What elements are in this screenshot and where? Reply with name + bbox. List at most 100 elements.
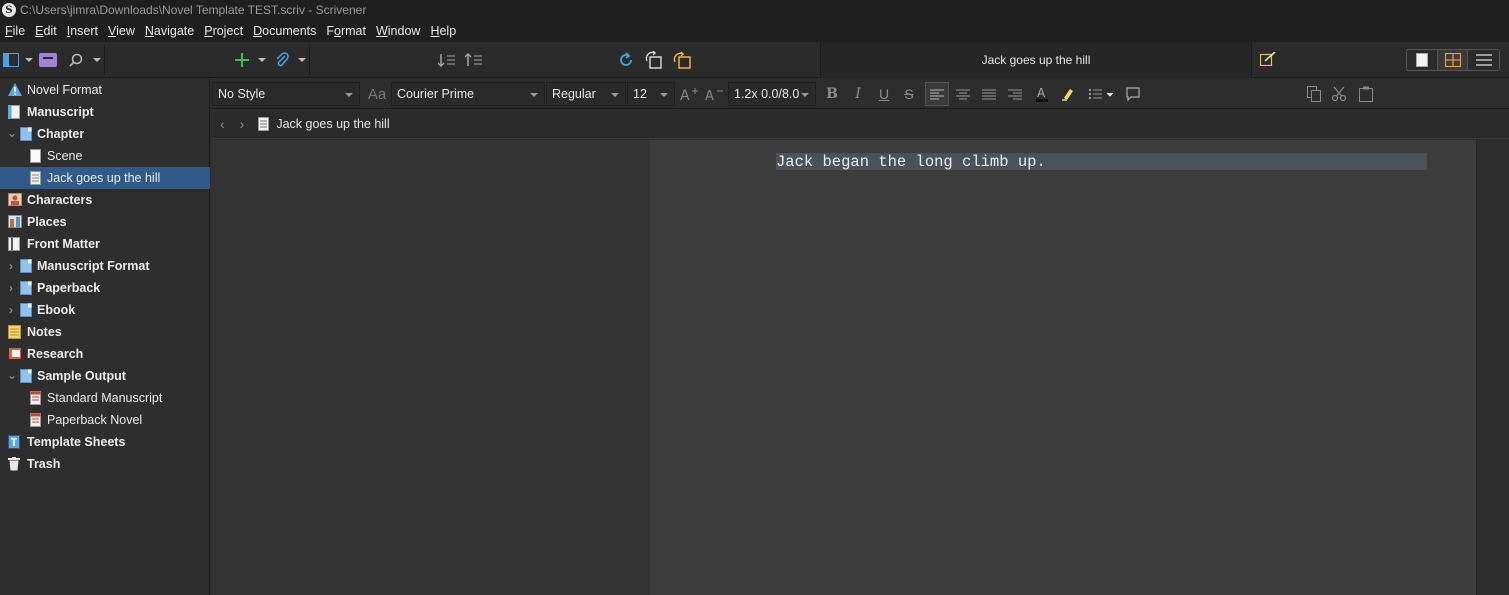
binder-item-scene[interactable]: Scene	[0, 145, 210, 167]
expand-arrow-icon[interactable]: ⌄	[7, 126, 17, 140]
attachment-icon[interactable]	[273, 51, 291, 69]
line-spacing-select[interactable]: 1.2x 0.0/8.0	[728, 82, 816, 106]
binder-item-characters[interactable]: Characters	[0, 189, 210, 211]
align-right-icon[interactable]	[1003, 82, 1027, 106]
add-menu-caret[interactable]	[258, 58, 266, 62]
chevron-down-icon	[801, 93, 809, 97]
binder-item-manuscript-format[interactable]: › Manuscript Format	[0, 255, 210, 277]
binder-item-paperback[interactable]: › Paperback	[0, 277, 210, 299]
binder-item-front-matter[interactable]: Front Matter	[0, 233, 210, 255]
menu-navigate[interactable]: Navigate	[145, 24, 194, 38]
menu-file[interactable]: File	[5, 24, 25, 38]
front-matter-icon	[8, 237, 20, 251]
collapse-arrow-icon[interactable]: ›	[7, 281, 15, 295]
align-center-icon[interactable]	[951, 82, 975, 106]
corkboard-view-button[interactable]	[1437, 50, 1469, 70]
cut-icon[interactable]	[1328, 82, 1350, 106]
italic-icon[interactable]: I	[847, 82, 869, 106]
menu-insert[interactable]: Insert	[67, 24, 98, 38]
scrivenings-view-button[interactable]	[1407, 50, 1438, 70]
header-document-title[interactable]: Jack goes up the hill	[276, 117, 389, 131]
back-arrow-icon[interactable]: ‹	[220, 116, 225, 132]
copy-icon[interactable]	[1303, 82, 1325, 106]
header-document-icon	[258, 117, 270, 131]
menu-window[interactable]: Window	[376, 24, 420, 38]
comment-icon[interactable]	[1122, 82, 1144, 106]
characters-icon	[8, 193, 22, 207]
binder-item-jack-goes-up-the-hill[interactable]: Jack goes up the hill	[0, 167, 210, 189]
binder-item-chapter[interactable]: ⌄ Chapter	[0, 123, 210, 145]
outliner-view-button[interactable]	[1468, 50, 1499, 70]
menu-edit[interactable]: Edit	[35, 24, 57, 38]
compile-sync-icon[interactable]	[671, 50, 693, 70]
binder-item-trash[interactable]: Trash	[0, 453, 210, 475]
binder-item-paperback-novel[interactable]: Paperback Novel	[0, 409, 210, 431]
binder-item-template-sheets[interactable]: Template Sheets	[0, 431, 210, 453]
editor-scrollbar[interactable]	[1476, 140, 1509, 595]
paste-icon[interactable]	[1355, 82, 1377, 106]
binder-item-label: Front Matter	[27, 237, 100, 251]
binder-item-novel-format[interactable]: Novel Format	[0, 79, 210, 101]
attachment-menu-caret[interactable]	[298, 58, 306, 62]
sort-down-icon[interactable]	[437, 51, 457, 69]
editor-page[interactable]	[650, 140, 1476, 595]
highlight-icon[interactable]	[1057, 82, 1079, 106]
bold-icon[interactable]: B	[821, 82, 843, 106]
menu-help[interactable]: Help	[430, 24, 456, 38]
collapse-arrow-icon[interactable]: ›	[7, 259, 15, 273]
folder-doc-icon	[20, 369, 32, 383]
quick-reference-icon[interactable]	[1259, 50, 1277, 68]
expand-arrow-icon[interactable]: ⌄	[7, 368, 17, 382]
snapshot-icon[interactable]	[643, 50, 665, 70]
binder-item-research[interactable]: Research	[0, 343, 210, 365]
font-panel-icon[interactable]: Aa	[365, 82, 389, 106]
binder-item-sample-output[interactable]: ⌄ Sample Output	[0, 365, 210, 387]
search-icon[interactable]	[67, 51, 85, 69]
editor-selected-line[interactable]: Jack began the long climb up.	[776, 153, 1427, 171]
align-justify-icon[interactable]	[977, 82, 1001, 106]
manuscript-icon	[8, 105, 20, 119]
menu-view[interactable]: View	[108, 24, 135, 38]
paragraph-style-select[interactable]: No Style	[212, 82, 360, 106]
binder-item-places[interactable]: Places	[0, 211, 210, 233]
font-family-select[interactable]: Courier Prime	[391, 82, 545, 106]
menu-documents[interactable]: Documents	[253, 24, 316, 38]
svg-text:A: A	[1037, 86, 1046, 100]
binder-item-label: Scene	[47, 149, 83, 163]
binder-item-manuscript[interactable]: Manuscript	[0, 101, 210, 123]
search-menu-caret[interactable]	[93, 58, 101, 62]
outliner-icon	[1475, 54, 1492, 66]
font-weight-select[interactable]: Regular	[546, 82, 626, 106]
binder-item-label: Standard Manuscript	[47, 391, 163, 405]
decrease-font-size-icon[interactable]: A	[703, 82, 725, 106]
collapse-arrow-icon[interactable]: ›	[7, 303, 15, 317]
list-style-icon[interactable]	[1085, 82, 1117, 106]
sync-icon[interactable]	[616, 50, 636, 70]
binder-item-label: Jack goes up the hill	[47, 171, 161, 185]
forward-arrow-icon[interactable]: ›	[240, 116, 245, 132]
underline-icon[interactable]: U	[873, 82, 895, 106]
binder-item-label: Paperback	[37, 281, 101, 295]
binder-item-label: Sample Output	[37, 369, 126, 383]
sort-up-icon[interactable]	[464, 51, 484, 69]
font-size-select[interactable]: 12	[627, 82, 675, 106]
text-color-icon[interactable]: A	[1031, 82, 1053, 106]
places-icon	[8, 215, 22, 229]
menu-project[interactable]: Project	[204, 24, 243, 38]
strikethrough-icon[interactable]: S	[898, 82, 920, 106]
binder-item-label: Template Sheets	[27, 435, 126, 449]
view-mode-group	[1406, 49, 1500, 71]
binder-item-standard-manuscript[interactable]: Standard Manuscript	[0, 387, 210, 409]
binder-item-ebook[interactable]: › Ebook	[0, 299, 210, 321]
collection-icon[interactable]	[39, 52, 57, 68]
binder-menu-caret[interactable]	[25, 58, 33, 62]
menu-format[interactable]: Format	[326, 24, 366, 38]
align-left-icon[interactable]	[925, 82, 949, 106]
add-icon[interactable]	[233, 51, 251, 69]
binder-toggle-icon[interactable]	[2, 51, 20, 69]
binder: Novel Format Manuscript ⌄ Chapter Scene Jack …	[0, 79, 210, 595]
editor-text[interactable]: Jack began the long climb up.	[776, 153, 1046, 171]
pdf-icon	[30, 391, 42, 405]
increase-font-size-icon[interactable]: A	[678, 82, 700, 106]
binder-item-notes[interactable]: Notes	[0, 321, 210, 343]
